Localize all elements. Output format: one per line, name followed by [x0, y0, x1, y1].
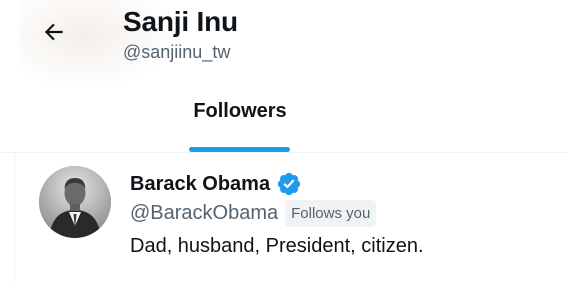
verified-badge-icon	[276, 171, 302, 197]
followers-page: Sanji Inu @sanjiinu_tw Followers Barack …	[0, 0, 567, 281]
page-title: Sanji Inu	[123, 6, 238, 37]
avatar[interactable]	[39, 166, 111, 238]
arrow-left-icon	[41, 19, 67, 50]
user-handle: @BarackObama	[130, 201, 279, 224]
tab-followers-label: Followers	[193, 100, 287, 122]
user-handle-row: @BarackObama Follows you	[130, 197, 377, 229]
follower-list-item[interactable]: Barack Obama @BarackObama Follows you Da…	[14, 153, 567, 281]
follows-you-badge: Follows you	[285, 199, 377, 227]
tab-followers[interactable]: Followers	[170, 80, 310, 152]
profile-header: Sanji Inu @sanjiinu_tw	[0, 0, 567, 90]
back-button[interactable]	[32, 14, 76, 54]
user-name[interactable]: Barack Obama	[130, 173, 270, 196]
user-bio: Dad, husband, President, citizen.	[130, 235, 424, 257]
tab-bar: Followers	[0, 80, 567, 152]
profile-handle: @sanjiinu_tw	[123, 42, 231, 62]
user-name-row: Barack Obama	[130, 169, 302, 199]
